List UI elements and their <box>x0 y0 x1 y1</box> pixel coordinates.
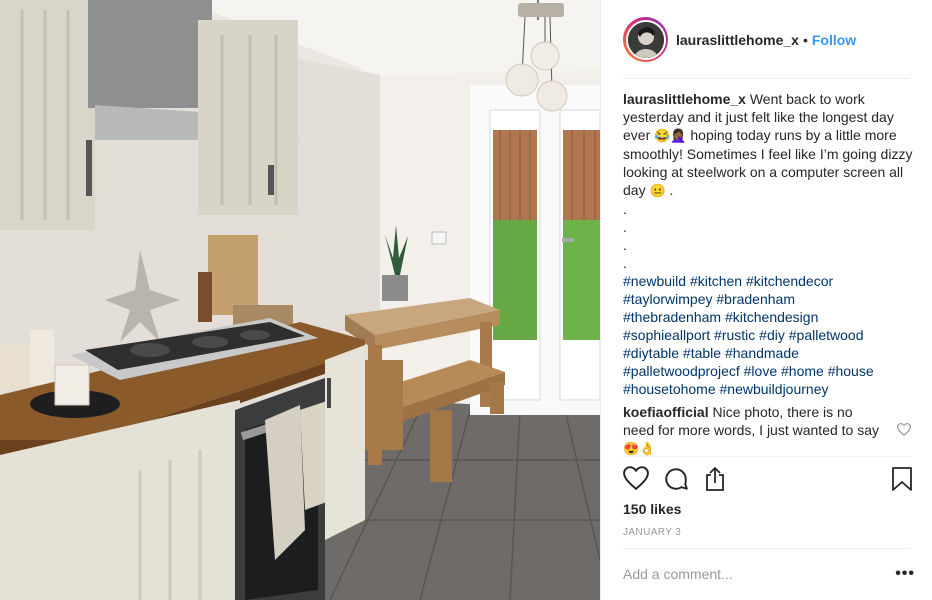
hashtag-line[interactable]: #diytable #table #handmade <box>623 344 915 362</box>
header-divider <box>623 78 910 79</box>
hashtag-line[interactable]: #newbuild #kitchen #kitchendecor <box>623 272 915 290</box>
post-caption: lauraslittlehome_x Went back to work yes… <box>623 90 915 398</box>
comment-icon[interactable] <box>663 466 689 492</box>
header-username[interactable]: lauraslittlehome_x <box>676 32 799 48</box>
caption-username[interactable]: lauraslittlehome_x <box>623 91 746 107</box>
caption-dot-line: . <box>623 201 627 217</box>
comment-username[interactable]: koefiaofficial <box>623 404 709 420</box>
comment-heart-icon[interactable] <box>897 423 911 436</box>
post-side-panel: lauraslittlehome_x • Follow lauraslittle… <box>600 0 932 600</box>
hashtag-line[interactable]: #palletwoodprojecf #love #home #house <box>623 362 915 380</box>
more-options-button[interactable]: ••• <box>895 565 915 583</box>
kitchen-photo-illustration <box>0 0 600 600</box>
action-bar <box>623 466 915 496</box>
avatar[interactable] <box>625 19 666 60</box>
caption-dot-line: . <box>623 255 627 271</box>
caption-dot-line: . <box>623 219 627 235</box>
caption-text-part-3: . <box>669 182 674 198</box>
post-header: lauraslittlehome_x • Follow <box>601 0 932 79</box>
share-icon[interactable] <box>703 466 727 492</box>
hashtag-line[interactable]: #taylorwimpey #bradenham <box>623 290 915 308</box>
heart-icon[interactable] <box>623 466 649 490</box>
hashtag-line[interactable]: #thebradenham #kitchendesign <box>623 308 915 326</box>
bookmark-icon[interactable] <box>891 466 913 492</box>
add-comment-input[interactable] <box>623 566 873 582</box>
likes-count[interactable]: 150 likes <box>623 501 681 517</box>
add-comment-divider <box>623 548 910 549</box>
follow-button[interactable]: Follow <box>812 32 856 48</box>
actions-divider <box>623 456 910 457</box>
hashtag-line[interactable]: #housetohome #newbuildjourney <box>623 380 915 398</box>
story-ring[interactable] <box>623 17 668 62</box>
avatar-photo-icon <box>627 21 664 58</box>
comment-emoji: 😍👌 <box>623 441 656 456</box>
add-comment-row: ••• <box>623 561 915 587</box>
hashtag-line[interactable]: #sophieallport #rustic #diy #palletwood <box>623 326 915 344</box>
post-date[interactable]: JANUARY 3 <box>623 527 681 538</box>
comment-item: koefiaofficial Nice photo, there is no n… <box>623 403 879 458</box>
instagram-post: lauraslittlehome_x • Follow lauraslittle… <box>0 0 932 600</box>
post-photo[interactable] <box>0 0 600 600</box>
caption-dot-line: . <box>623 237 627 253</box>
caption-emoji-2: 😐 <box>649 183 666 198</box>
header-separator: • <box>802 31 808 48</box>
caption-emoji-1: 😂🤦🏾‍♀️ <box>654 128 687 143</box>
